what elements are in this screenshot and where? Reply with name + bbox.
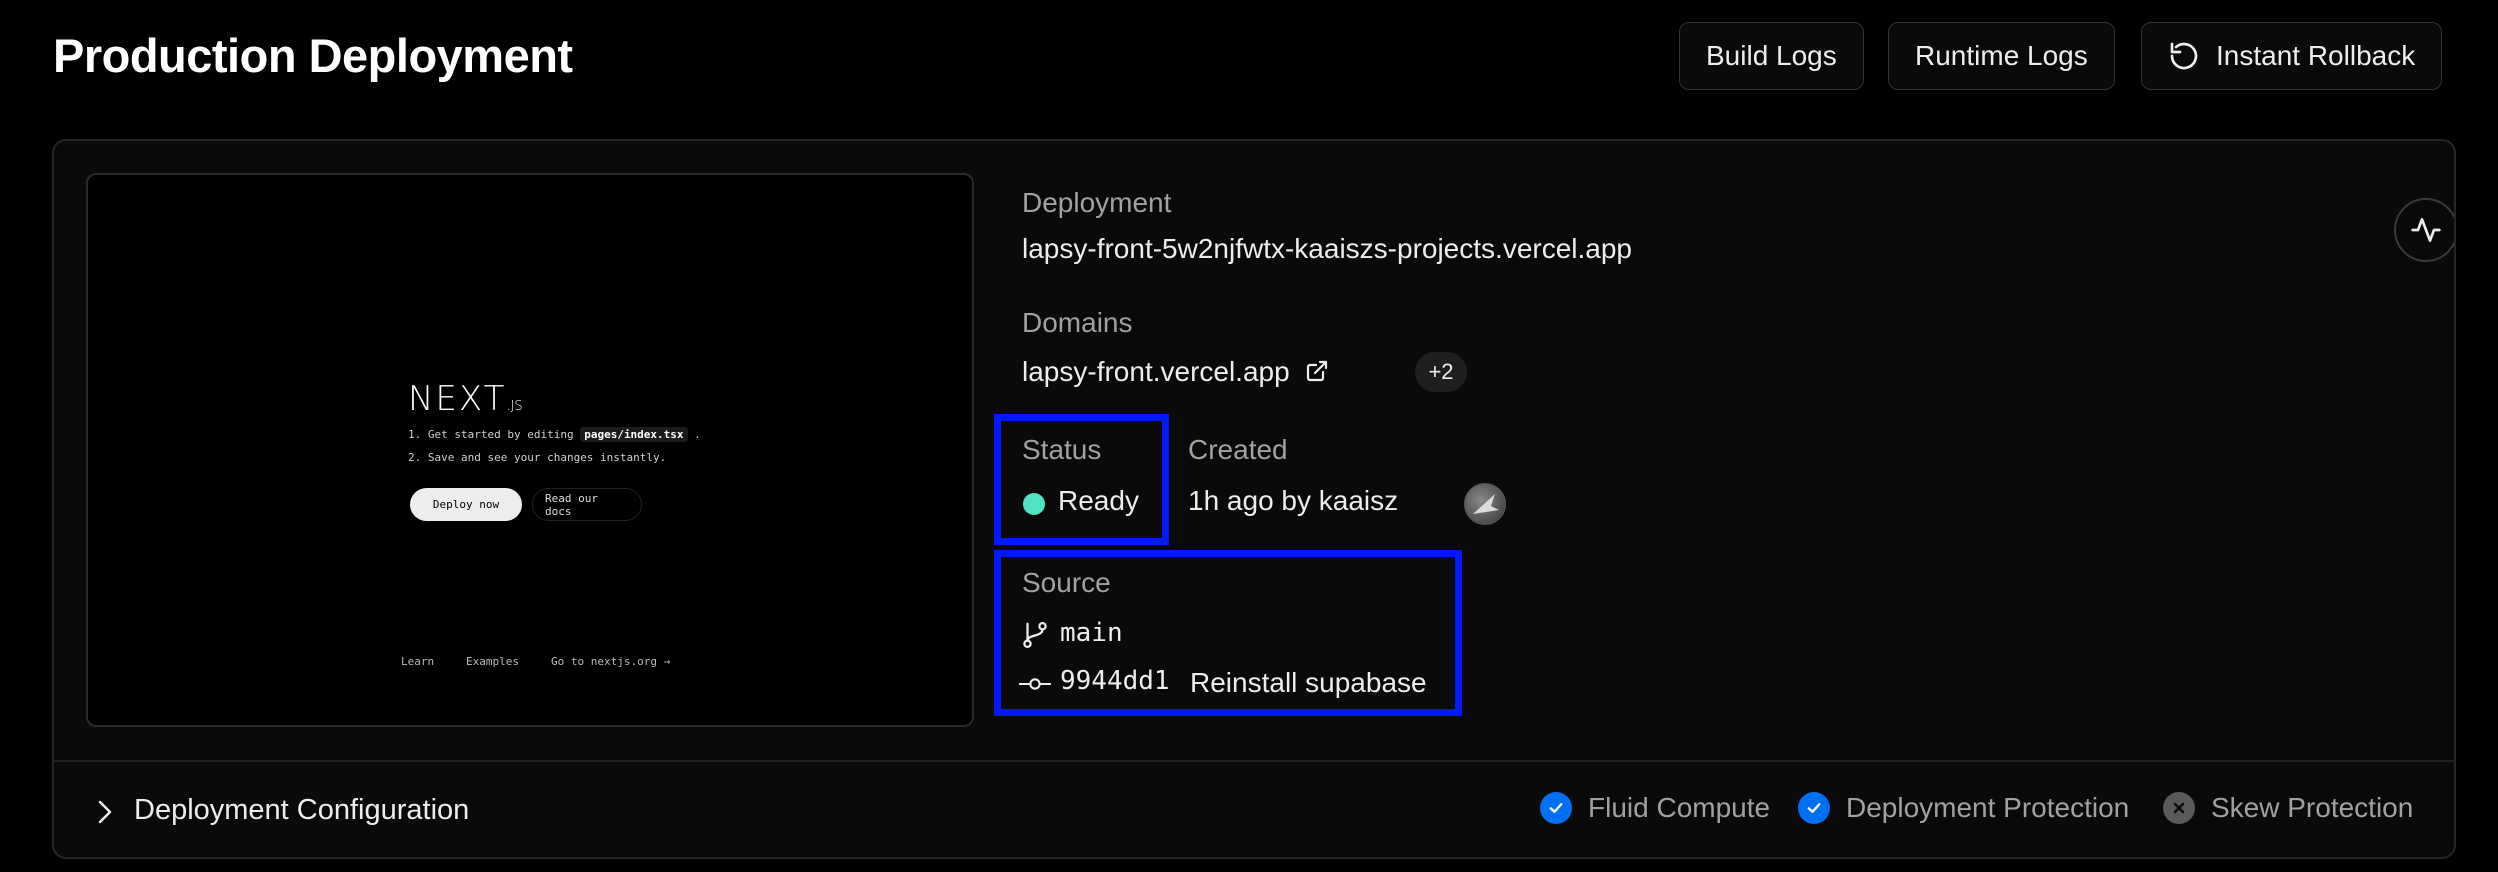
source-highlight-box: [994, 550, 1462, 716]
runtime-logs-label: Runtime Logs: [1915, 40, 2088, 71]
build-logs-button[interactable]: Build Logs: [1679, 22, 1864, 90]
feature-deployment-protection: Deployment Protection: [1798, 792, 2129, 824]
deployment-configuration-toggle[interactable]: Deployment Configuration Fluid Compute D…: [54, 762, 2454, 857]
preview-step-1: 1. Get started by editing pages/index.ts…: [408, 427, 701, 442]
nextjs-logo: NEXT.JS: [408, 379, 523, 419]
feature-label: Deployment Protection: [1846, 792, 2130, 823]
x-circle-icon: [2163, 792, 2195, 824]
feature-label: Fluid Compute: [1588, 792, 1771, 823]
activity-button[interactable]: [2394, 198, 2454, 262]
feature-fluid-compute: Fluid Compute: [1540, 792, 1770, 824]
page-title: Production Deployment: [53, 29, 573, 82]
status-highlight-box: [994, 414, 1169, 545]
preview-footer-nextjs: Go to nextjs.org →: [551, 655, 671, 668]
avatar[interactable]: [1464, 483, 1506, 525]
deployment-label: Deployment: [1022, 187, 1172, 218]
domain-text: lapsy-front.vercel.app: [1022, 356, 1290, 387]
extra-domains-badge[interactable]: +2: [1415, 352, 1467, 392]
preview-docs-button: Read our docs: [532, 488, 642, 521]
check-circle-icon: [1798, 792, 1830, 824]
preview-step-2: 2. Save and see your changes instantly.: [408, 451, 667, 464]
chevron-right-icon: [98, 800, 112, 824]
deployment-card: NEXT.JS 1. Get started by editing pages/…: [52, 139, 2456, 859]
runtime-logs-button[interactable]: Runtime Logs: [1888, 22, 2115, 90]
domain-link[interactable]: lapsy-front.vercel.app: [1022, 356, 1329, 388]
created-label: Created: [1188, 434, 1288, 465]
feature-label: Skew Protection: [2211, 792, 2414, 823]
deployment-configuration-title: Deployment Configuration: [134, 794, 470, 826]
activity-icon: [2411, 218, 2441, 242]
domains-label: Domains: [1022, 307, 1133, 338]
build-logs-label: Build Logs: [1706, 40, 1837, 71]
created-value: 1h ago by kaaisz: [1188, 485, 1399, 516]
instant-rollback-button[interactable]: Instant Rollback: [2141, 22, 2443, 90]
external-link-icon: [1307, 360, 1328, 382]
check-circle-icon: [1540, 792, 1572, 824]
preview-footer-examples: Examples: [466, 655, 519, 668]
rollback-icon: [2170, 42, 2198, 70]
feature-skew-protection: Skew Protection: [2163, 792, 2413, 824]
instant-rollback-label: Instant Rollback: [2216, 40, 2416, 71]
preview-footer-learn: Learn: [401, 655, 435, 668]
preview-deploy-button: Deploy now: [410, 488, 522, 521]
deployment-url-link[interactable]: lapsy-front-5w2njfwtx-kaaiszs-projects.v…: [1022, 233, 1632, 265]
deployment-preview[interactable]: NEXT.JS 1. Get started by editing pages/…: [86, 173, 974, 727]
